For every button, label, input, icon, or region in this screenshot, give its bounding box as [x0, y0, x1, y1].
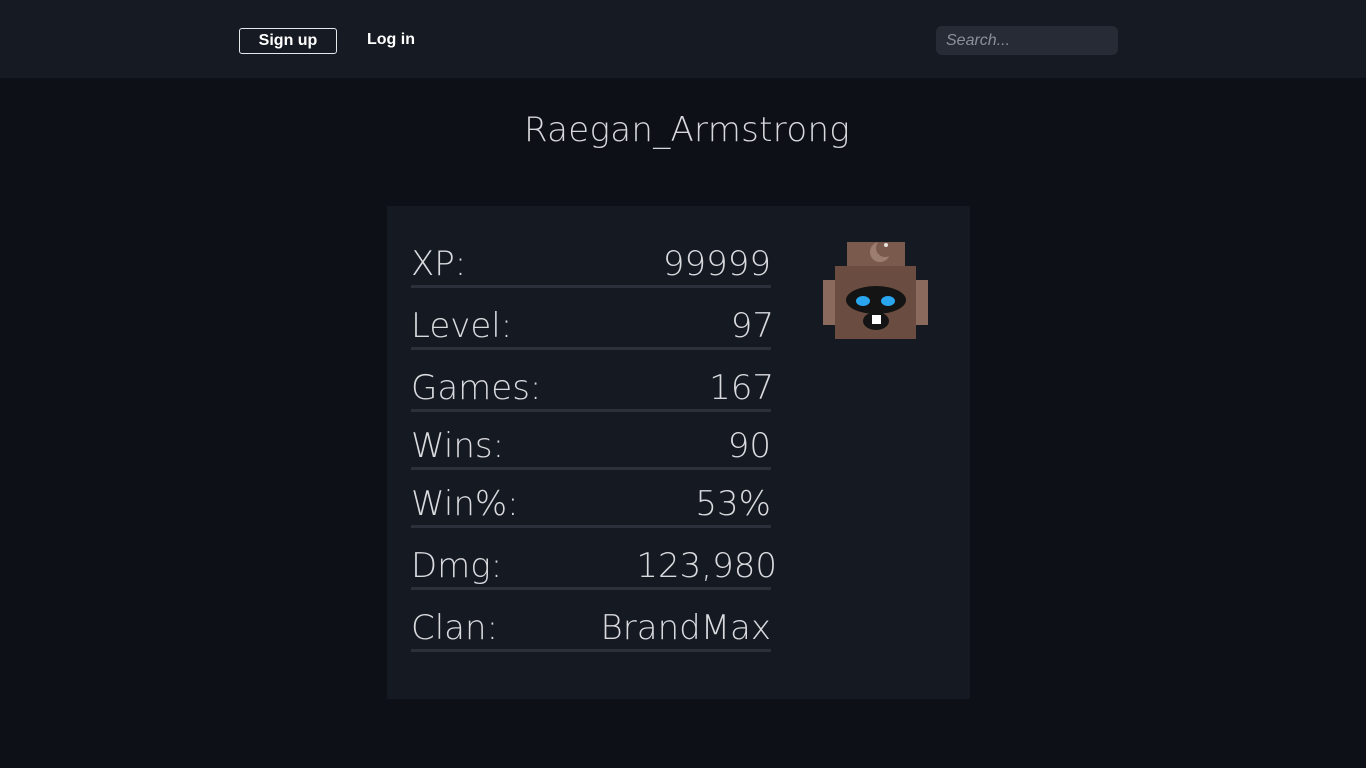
- search-box: [936, 26, 1118, 55]
- stat-value: 99999: [662, 244, 771, 284]
- profile-stats-card: XP: 99999 Level: 97 Games: 167 Wins: 90 …: [387, 206, 970, 699]
- stat-value: 97: [730, 306, 774, 346]
- stat-divider: [411, 347, 771, 350]
- stat-label: XP:: [411, 244, 467, 284]
- stat-row-clan: Clan: BrandMax: [411, 608, 772, 652]
- stat-value: BrandMax: [600, 608, 772, 648]
- stat-value: 53%: [695, 484, 771, 524]
- stat-label: Wins:: [411, 426, 505, 466]
- stat-row-games: Games: 167: [411, 368, 774, 412]
- stat-value: 123,980: [636, 546, 777, 586]
- stat-divider: [411, 587, 771, 590]
- stat-label: Games:: [411, 368, 542, 408]
- stat-row-damage: Dmg: 123,980: [411, 546, 777, 590]
- stat-divider: [411, 467, 771, 470]
- stat-value: 90: [727, 426, 771, 466]
- robot-creature-avatar-icon: [823, 242, 928, 339]
- stat-label: Win%:: [411, 484, 519, 524]
- log-in-link[interactable]: Log in: [367, 28, 415, 52]
- stat-label: Clan:: [411, 608, 499, 648]
- stat-divider: [411, 649, 771, 652]
- stat-row-xp: XP: 99999: [411, 244, 771, 288]
- stat-label: Dmg:: [411, 546, 503, 586]
- sign-up-button[interactable]: Sign up: [239, 28, 337, 54]
- stat-divider: [411, 285, 771, 288]
- search-input[interactable]: [936, 26, 1118, 55]
- stat-row-level: Level: 97: [411, 306, 774, 350]
- stat-value: 167: [709, 368, 774, 408]
- stat-divider: [411, 409, 771, 412]
- stat-row-win-percent: Win%: 53%: [411, 484, 771, 528]
- stat-divider: [411, 525, 771, 528]
- stat-row-wins: Wins: 90: [411, 426, 771, 470]
- stat-label: Level:: [411, 306, 513, 346]
- page-title-username: Raegan_Armstrong: [523, 110, 850, 150]
- top-navigation-bar: Sign up Log in: [0, 0, 1366, 78]
